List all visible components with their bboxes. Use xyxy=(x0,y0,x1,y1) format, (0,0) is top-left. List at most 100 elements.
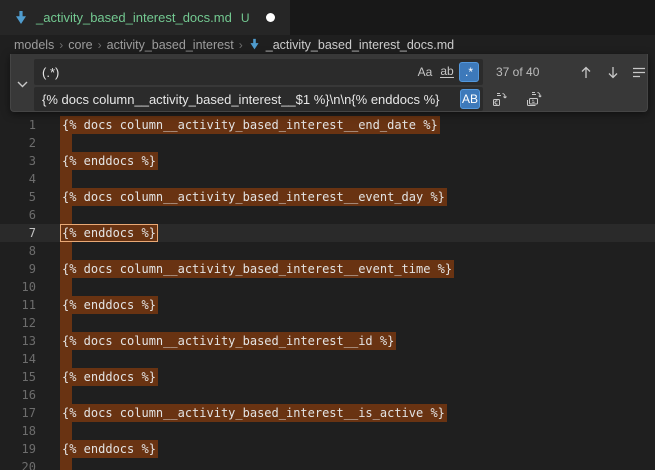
breadcrumb-file[interactable]: _activity_based_interest_docs.md xyxy=(248,38,454,52)
breadcrumb: models›core›activity_based_interest›_act… xyxy=(0,35,655,54)
match-case-toggle[interactable]: Aa xyxy=(415,62,435,82)
find-match-highlight: {% docs column__activity_based_interest_… xyxy=(60,188,447,206)
vscode-window: _activity_based_interest_docs.md U model… xyxy=(0,0,655,470)
code-line[interactable]: 4 xyxy=(0,170,655,188)
breadcrumb-folder[interactable]: activity_based_interest xyxy=(107,38,234,52)
code-line[interactable]: 6 xyxy=(0,206,655,224)
line-content: {% docs column__activity_based_interest_… xyxy=(62,404,445,422)
line-number[interactable]: 12 xyxy=(0,314,36,332)
tab-active-file[interactable]: _activity_based_interest_docs.md U xyxy=(0,0,290,35)
find-match-highlight-empty-line xyxy=(60,422,72,440)
code-line[interactable]: 11 {% enddocs %} xyxy=(0,296,655,314)
code-line[interactable]: 17 {% docs column__activity_based_intere… xyxy=(0,404,655,422)
line-number[interactable]: 20 xyxy=(0,458,36,470)
line-content: {% enddocs %} xyxy=(62,368,156,386)
editor-tab-bar: _activity_based_interest_docs.md U xyxy=(0,0,655,35)
line-number[interactable]: 18 xyxy=(0,422,36,440)
line-content: {% enddocs %} xyxy=(62,296,156,314)
find-match-highlight: {% docs column__activity_based_interest_… xyxy=(60,332,396,350)
code-line[interactable]: 5 {% docs column__activity_based_interes… xyxy=(0,188,655,206)
line-number[interactable]: 10 xyxy=(0,278,36,296)
replace-row: AB xyxy=(34,87,646,112)
line-number[interactable]: 15 xyxy=(0,368,36,386)
whole-word-toggle[interactable]: ab xyxy=(437,62,457,82)
replace-button[interactable] xyxy=(489,88,511,110)
breadcrumb-separator: › xyxy=(59,38,63,52)
find-match-highlight-empty-line xyxy=(60,458,72,470)
find-row: Aa ab .* 37 of 40 xyxy=(34,59,646,85)
find-match-highlight-empty-line xyxy=(60,314,72,332)
find-match-highlight: {% docs column__activity_based_interest_… xyxy=(60,260,454,278)
toggle-replace-chevron-icon[interactable] xyxy=(13,75,31,93)
replace-input[interactable] xyxy=(34,87,483,111)
code-line[interactable]: 18 xyxy=(0,422,655,440)
line-number[interactable]: 1 xyxy=(0,116,36,134)
find-in-selection-button[interactable] xyxy=(628,61,650,83)
find-match-highlight-empty-line xyxy=(60,134,72,152)
code-line[interactable]: 20 xyxy=(0,458,655,470)
dbt-file-icon xyxy=(13,10,29,26)
preserve-case-toggle[interactable]: AB xyxy=(460,89,480,109)
tab-filename: _activity_based_interest_docs.md xyxy=(36,10,232,25)
regex-toggle[interactable]: .* xyxy=(459,62,479,82)
code-line[interactable]: 8 xyxy=(0,242,655,260)
line-number[interactable]: 7 xyxy=(0,224,36,242)
line-content: {% enddocs %} xyxy=(62,440,156,458)
line-number[interactable]: 11 xyxy=(0,296,36,314)
find-replace-widget: Aa ab .* 37 of 40 xyxy=(10,54,648,112)
code-line[interactable]: 1 {% docs column__activity_based_interes… xyxy=(0,116,655,134)
line-content: {% docs column__activity_based_interest_… xyxy=(62,188,445,206)
code-line[interactable]: 10 xyxy=(0,278,655,296)
line-number[interactable]: 14 xyxy=(0,350,36,368)
dbt-file-icon xyxy=(248,38,261,51)
line-number[interactable]: 8 xyxy=(0,242,36,260)
find-match-highlight-empty-line xyxy=(60,386,72,404)
code-line[interactable]: 15 {% enddocs %} xyxy=(0,368,655,386)
line-number[interactable]: 19 xyxy=(0,440,36,458)
line-number[interactable]: 5 xyxy=(0,188,36,206)
code-line[interactable]: 2 xyxy=(0,134,655,152)
line-number[interactable]: 17 xyxy=(0,404,36,422)
find-match-highlight: {% enddocs %} xyxy=(60,296,158,314)
git-status-badge: U xyxy=(241,11,250,25)
code-line[interactable]: 14 xyxy=(0,350,655,368)
line-content: {% docs column__activity_based_interest_… xyxy=(62,260,452,278)
find-match-highlight-empty-line xyxy=(60,242,72,260)
code-line[interactable]: 12 xyxy=(0,314,655,332)
code-line[interactable]: 13 {% docs column__activity_based_intere… xyxy=(0,332,655,350)
code-line[interactable]: 19 {% enddocs %} xyxy=(0,440,655,458)
current-find-match: {% enddocs %} xyxy=(60,224,158,242)
line-number[interactable]: 16 xyxy=(0,386,36,404)
find-match-highlight: {% docs column__activity_based_interest_… xyxy=(60,116,440,134)
previous-match-button[interactable] xyxy=(575,61,597,83)
line-number[interactable]: 4 xyxy=(0,170,36,188)
breadcrumb-filename: _activity_based_interest_docs.md xyxy=(266,38,454,52)
code-line[interactable]: 16 xyxy=(0,386,655,404)
find-match-highlight: {% enddocs %} xyxy=(60,152,158,170)
code-line[interactable]: 7 {% enddocs %} xyxy=(0,224,655,242)
find-match-highlight: {% docs column__activity_based_interest_… xyxy=(60,404,447,422)
next-match-button[interactable] xyxy=(602,61,624,83)
replace-all-button[interactable] xyxy=(523,88,545,110)
breadcrumb-folder[interactable]: models xyxy=(14,38,54,52)
find-match-highlight-empty-line xyxy=(60,170,72,188)
line-number[interactable]: 3 xyxy=(0,152,36,170)
match-count: 37 of 40 xyxy=(496,59,539,85)
code-editor[interactable]: 1 {% docs column__activity_based_interes… xyxy=(0,54,655,470)
code-line[interactable]: 9 {% docs column__activity_based_interes… xyxy=(0,260,655,278)
breadcrumb-separator: › xyxy=(239,38,243,52)
line-content: {% enddocs %} xyxy=(62,224,156,242)
line-number[interactable]: 6 xyxy=(0,206,36,224)
line-number[interactable]: 2 xyxy=(0,134,36,152)
breadcrumb-folder[interactable]: core xyxy=(68,38,92,52)
find-match-highlight-empty-line xyxy=(60,350,72,368)
unsaved-changes-dot[interactable] xyxy=(266,13,275,22)
line-number[interactable]: 9 xyxy=(0,260,36,278)
line-content: {% docs column__activity_based_interest_… xyxy=(62,116,438,134)
code-line[interactable]: 3 {% enddocs %} xyxy=(0,152,655,170)
line-content: {% docs column__activity_based_interest_… xyxy=(62,332,394,350)
find-options: Aa ab .* xyxy=(415,62,479,82)
line-content: {% enddocs %} xyxy=(62,152,156,170)
find-match-highlight: {% enddocs %} xyxy=(60,440,158,458)
line-number[interactable]: 13 xyxy=(0,332,36,350)
